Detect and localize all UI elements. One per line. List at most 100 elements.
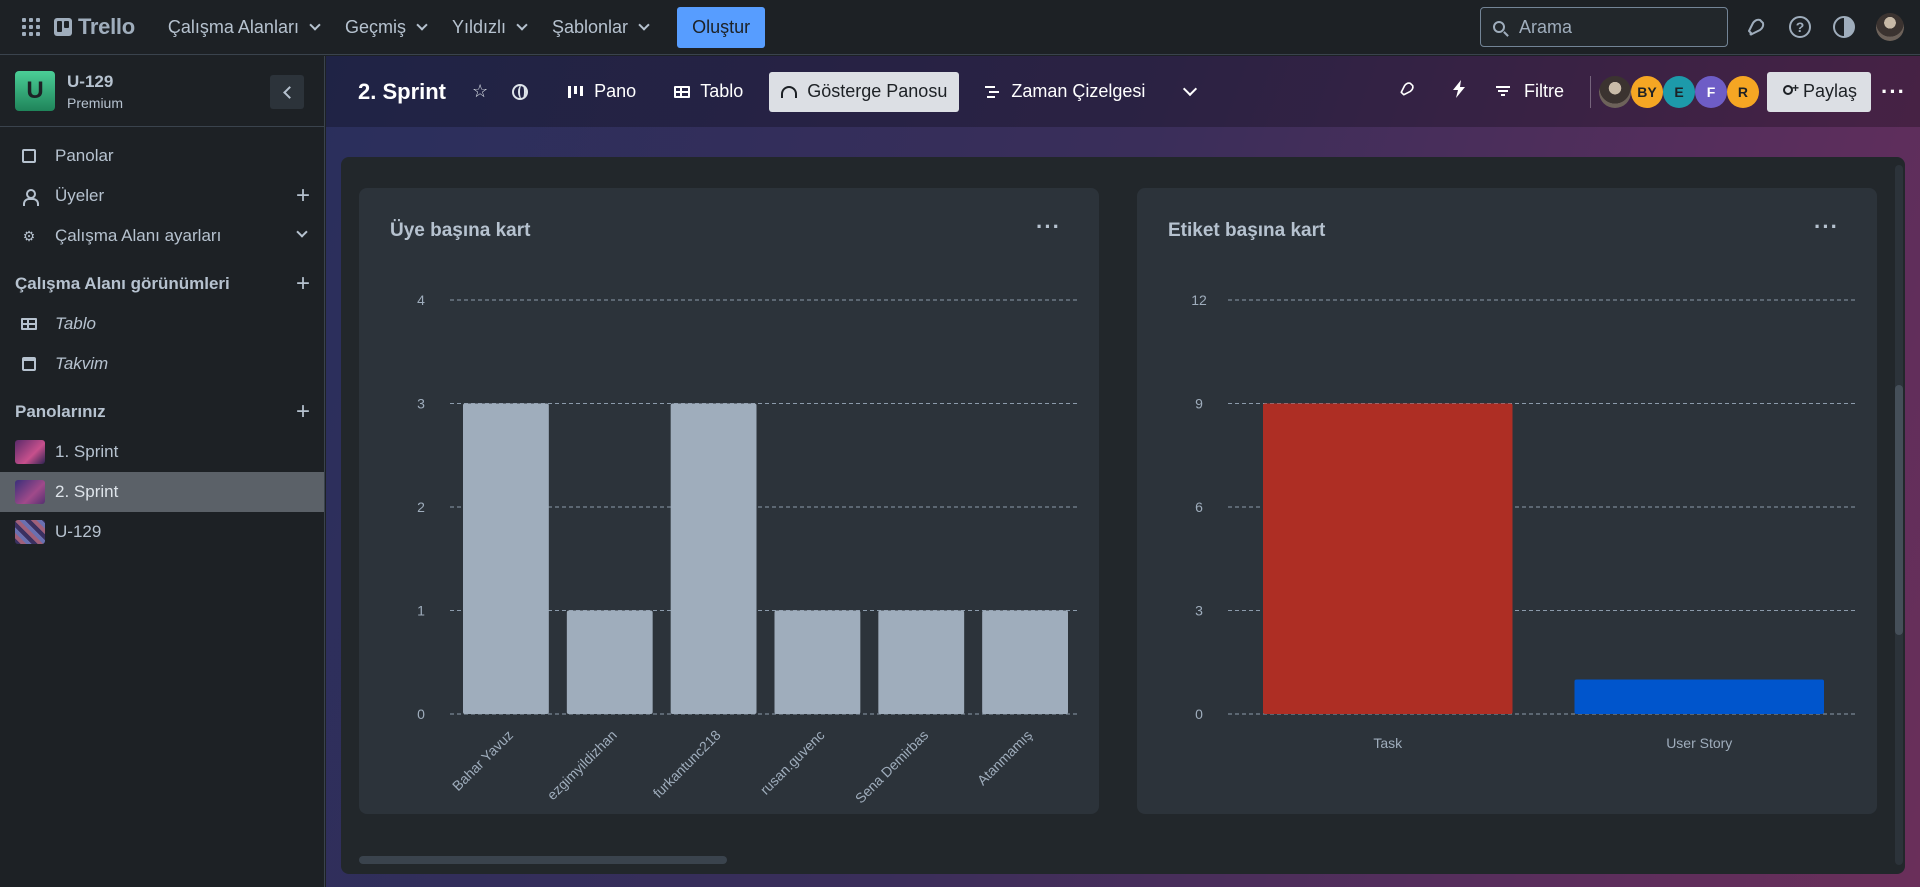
nav-starred[interactable]: Yıldızlı (439, 7, 539, 47)
chevron-down-icon (416, 18, 428, 31)
x-tick-label: Bahar Yavuz (449, 727, 516, 794)
star-icon[interactable]: ☆ (472, 81, 488, 102)
add-board-icon[interactable]: + (296, 398, 310, 426)
top-nav: Çalışma Alanları Geçmiş Yıldızlı Şablonl… (155, 6, 766, 48)
search-input[interactable] (1519, 16, 1719, 38)
share-label: Paylaş (1802, 81, 1858, 101)
top-bar: Trello Çalışma Alanları Geçmiş Yıldızlı … (0, 0, 1920, 55)
tab-timeline-label: Zaman Çizelgesi (1011, 81, 1146, 101)
tab-table-label: Tablo (700, 81, 744, 101)
sidebar-board-label: U-129 (55, 522, 102, 541)
horizontal-scrollbar[interactable] (359, 856, 727, 864)
workspace-logo[interactable]: U (15, 71, 55, 111)
collapse-sidebar-button[interactable] (270, 75, 304, 109)
y-tick-label: 4 (417, 292, 425, 308)
bar[interactable] (982, 610, 1068, 715)
nav-workspaces-label: Çalışma Alanları (167, 16, 299, 37)
chevron-down-icon (516, 18, 528, 31)
sidebar-board-sprint-1[interactable]: 1. Sprint (0, 432, 324, 472)
nav-templates[interactable]: Şablonlar (539, 7, 661, 47)
sidebar-item-settings-label: Çalışma Alanı ayarları (55, 226, 222, 245)
tab-timeline[interactable]: Zaman Çizelgesi (973, 72, 1157, 112)
x-tick-label: rusan.guvenc (757, 727, 828, 798)
your-boards-section: Panolarınız + (0, 392, 324, 432)
help-icon[interactable]: ? (1787, 14, 1813, 40)
avatar[interactable]: E (1662, 75, 1695, 108)
bar[interactable] (566, 610, 653, 715)
y-tick-label: 1 (417, 603, 425, 619)
chevron-down-icon (638, 18, 650, 31)
person-icon (22, 189, 39, 206)
vertical-scrollbar-thumb[interactable] (1895, 385, 1903, 635)
tab-dashboard[interactable]: Gösterge Panosu (769, 71, 960, 112)
avatar[interactable] (1598, 75, 1631, 108)
share-button[interactable]: Paylaş (1766, 71, 1872, 112)
sidebar-item-settings[interactable]: ⚙ Çalışma Alanı ayarları (0, 216, 324, 256)
account-avatar[interactable] (1876, 13, 1904, 41)
board-thumbnail (15, 440, 45, 464)
sidebar-item-members[interactable]: Üyeler + (0, 176, 324, 216)
sidebar-board-sprint-2[interactable]: 2. Sprint (0, 472, 324, 512)
workspace-plan: Premium (67, 94, 124, 111)
board-members: BY E F R (1598, 75, 1759, 108)
bar[interactable] (463, 403, 549, 715)
app-switcher-icon[interactable] (22, 18, 40, 36)
avatar[interactable]: R (1726, 75, 1759, 108)
bar[interactable] (1574, 679, 1825, 715)
x-tick-label: User Story (1666, 735, 1732, 751)
add-view-icon[interactable]: + (296, 270, 310, 298)
dashboard-view-icon (781, 85, 798, 98)
sidebar-view-calendar-label: Takvim (55, 354, 109, 373)
automation-icon[interactable] (1452, 80, 1466, 103)
chevron-down-icon (309, 18, 321, 31)
filter-icon (1495, 86, 1510, 97)
sidebar-view-table-label: Tablo (55, 314, 96, 333)
vertical-scrollbar[interactable] (1895, 165, 1903, 865)
nav-recent-label: Geçmiş (344, 16, 406, 37)
sidebar-board-u129[interactable]: U-129 (0, 512, 324, 552)
add-member-icon[interactable]: + (296, 182, 310, 210)
bar[interactable] (670, 403, 757, 715)
board-icon (22, 149, 36, 163)
y-tick-label: 12 (1191, 292, 1207, 308)
avatar[interactable]: F (1694, 75, 1727, 108)
tab-dashboard-label: Gösterge Panosu (807, 81, 948, 101)
bar[interactable] (1263, 403, 1513, 715)
board-title[interactable]: 2. Sprint (358, 79, 446, 105)
x-tick-label: Atanmamış (974, 727, 1035, 788)
tab-board[interactable]: Pano (556, 72, 648, 112)
add-person-icon (1781, 81, 1799, 99)
x-tick-label: ezgimyildizhan (544, 727, 620, 803)
sidebar-view-table[interactable]: Tablo (0, 304, 324, 344)
trello-logo-icon (54, 18, 72, 36)
labels-bar-chart: 0 3 6 9 12 Task User Story (1191, 292, 1855, 751)
tab-table[interactable]: Tablo (662, 72, 755, 112)
nav-recent[interactable]: Geçmiş (332, 7, 439, 47)
trello-logo-text: Trello (78, 14, 135, 39)
filter-button[interactable]: Filtre (1495, 81, 1564, 102)
tab-board-label: Pano (594, 81, 637, 101)
nav-starred-label: Yıldızlı (451, 16, 506, 37)
notifications-icon[interactable] (1743, 14, 1769, 40)
bar[interactable] (774, 610, 861, 715)
y-tick-label: 0 (417, 706, 425, 722)
members-chart-card: Üye başına kart ··· 0 1 2 3 4 Bahar Yavuz ezgi… (359, 188, 1099, 814)
avatar[interactable]: BY (1630, 75, 1663, 108)
sidebar-item-boards[interactable]: Panolar (0, 136, 324, 176)
create-button[interactable]: Oluştur (677, 6, 766, 48)
more-views-chevron-icon[interactable] (1183, 81, 1198, 96)
y-tick-label: 3 (1195, 603, 1203, 619)
nav-workspaces[interactable]: Çalışma Alanları (155, 7, 332, 47)
power-ups-icon[interactable] (1398, 80, 1416, 103)
table-icon (21, 318, 37, 330)
workspace-views-section: Çalışma Alanı görünümleri + (0, 264, 324, 304)
board-menu-icon[interactable]: ··· (1881, 79, 1906, 105)
theme-icon[interactable] (1831, 14, 1857, 40)
trello-logo[interactable]: Trello (54, 14, 135, 40)
visibility-globe-icon[interactable] (512, 83, 529, 100)
workspace-name[interactable]: U-129 (67, 72, 123, 92)
your-boards-heading: Panolarınız (15, 402, 106, 421)
search-box[interactable] (1480, 7, 1728, 47)
bar[interactable] (878, 610, 965, 715)
sidebar-view-calendar[interactable]: Takvim (0, 344, 324, 384)
